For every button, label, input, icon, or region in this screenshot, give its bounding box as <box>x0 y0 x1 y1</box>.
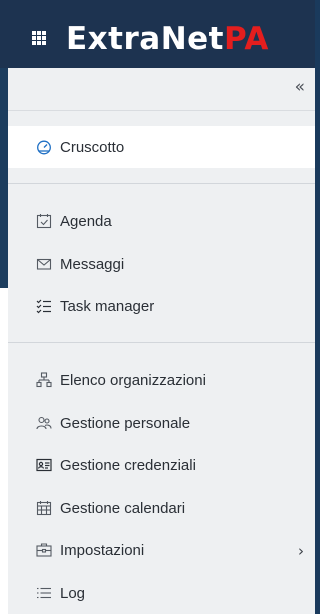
collapse-sidebar-button[interactable]: « <box>295 77 305 97</box>
calendar-check-icon <box>36 213 52 229</box>
people-icon <box>36 415 52 431</box>
sidebar-item-gestione-calendari[interactable]: Gestione calendari <box>8 487 315 529</box>
sidebar-item-messaggi[interactable]: Messaggi <box>8 243 315 285</box>
sidebar-item-label: Gestione personale <box>60 414 191 432</box>
sidebar-item-label: Messaggi <box>60 255 125 273</box>
sidebar-item-label: Log <box>60 584 86 602</box>
toolbox-icon <box>36 542 52 558</box>
checklist-icon <box>36 298 52 314</box>
sidebar-item-label: Cruscotto <box>60 138 125 156</box>
sidebar-item-label: Gestione calendari <box>60 499 186 517</box>
sidebar-item-impostazioni[interactable]: Impostazioni › <box>8 529 315 571</box>
app-logo[interactable]: ExtraNetPA <box>66 19 269 59</box>
calendar-grid-icon <box>36 500 52 516</box>
app-grid-icon[interactable] <box>32 31 46 45</box>
org-chart-icon <box>36 372 52 388</box>
chevron-right-icon: › <box>298 542 304 560</box>
sidebar-item-agenda[interactable]: Agenda <box>8 200 315 242</box>
envelope-icon <box>36 256 52 272</box>
id-card-icon <box>36 457 52 473</box>
sidebar-item-label: Gestione credenziali <box>60 456 196 474</box>
sidebar-item-label: Elenco organizzazioni <box>60 371 206 389</box>
sidebar-item-label: Impostazioni <box>60 541 145 559</box>
sidebar: « Cruscotto Agenda Messaggi Task manager… <box>8 68 315 614</box>
sidebar-divider <box>8 342 315 343</box>
sidebar-item-label: Task manager <box>60 297 155 315</box>
sidebar-item-elenco-organizzazioni[interactable]: Elenco organizzazioni <box>8 359 315 401</box>
sidebar-item-gestione-personale[interactable]: Gestione personale <box>8 402 315 444</box>
logo-text: ExtraNet <box>66 21 224 57</box>
sidebar-item-label: Agenda <box>60 212 112 230</box>
sidebar-item-log[interactable]: Log <box>8 572 315 614</box>
dashboard-gauge-icon <box>36 139 52 155</box>
sidebar-divider <box>8 183 315 184</box>
app-header: ExtraNetPA <box>0 0 315 68</box>
sidebar-item-gestione-credenziali[interactable]: Gestione credenziali <box>8 444 315 486</box>
sidebar-item-cruscotto[interactable]: Cruscotto <box>8 126 315 168</box>
logo-accent-text: PA <box>224 21 269 57</box>
sidebar-item-task-manager[interactable]: Task manager <box>8 285 315 327</box>
list-icon <box>36 585 52 601</box>
sidebar-collapse-row: « <box>8 68 315 111</box>
